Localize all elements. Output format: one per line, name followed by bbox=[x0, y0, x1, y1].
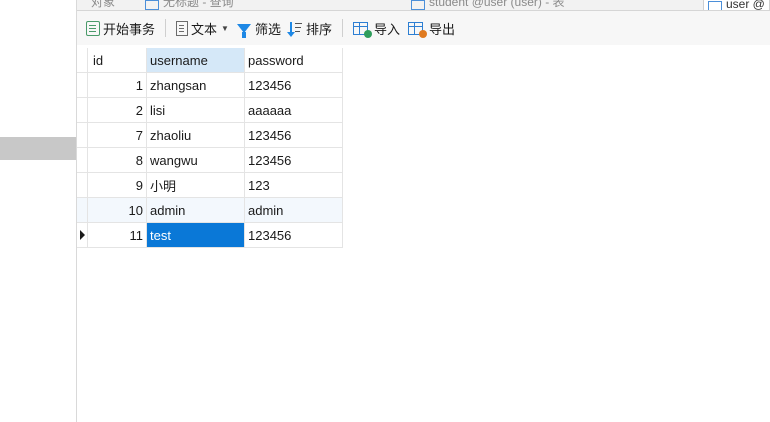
cell-password[interactable]: aaaaaa bbox=[244, 97, 343, 123]
table-row[interactable]: 9 小明 123 bbox=[77, 172, 343, 198]
text-view-label: 文本 bbox=[191, 21, 218, 37]
table-row[interactable]: 7 zhaoliu 123456 bbox=[77, 122, 343, 148]
table-icon bbox=[145, 0, 159, 10]
table-icon bbox=[411, 0, 425, 10]
cell-password[interactable]: 123456 bbox=[244, 72, 343, 98]
filter-icon bbox=[236, 23, 251, 38]
table-row[interactable]: 10 admin admin bbox=[77, 197, 343, 223]
data-toolbar: 开始事务 文本 ▼ 筛选 排序 导入 导出 bbox=[77, 11, 770, 45]
toolbar-separator bbox=[165, 19, 167, 37]
tab-strip: 对象 无标题 - 查询 student @user (user) - 表 use… bbox=[77, 0, 770, 11]
row-indicator[interactable] bbox=[77, 172, 88, 198]
tab-label: 无标题 - 查询 bbox=[163, 0, 234, 9]
column-header-password[interactable]: password bbox=[244, 48, 343, 73]
cell-username[interactable]: admin bbox=[146, 197, 245, 223]
toolbar-separator bbox=[341, 19, 343, 37]
cell-password[interactable]: admin bbox=[244, 197, 343, 223]
begin-transaction-button[interactable]: 开始事务 bbox=[82, 16, 159, 40]
export-button[interactable]: 导出 bbox=[404, 16, 459, 40]
row-indicator-header bbox=[77, 48, 88, 73]
tab-user-table[interactable]: user @ bbox=[703, 0, 770, 11]
filter-label: 筛选 bbox=[254, 21, 281, 37]
tab-untitled-query[interactable]: 无标题 - 查询 bbox=[145, 0, 234, 10]
tab-student-table[interactable]: student @user (user) - 表 bbox=[411, 0, 565, 10]
row-indicator[interactable] bbox=[77, 197, 88, 223]
text-view-button[interactable]: 文本 ▼ bbox=[172, 16, 233, 40]
begin-transaction-label: 开始事务 bbox=[103, 21, 156, 37]
transaction-icon bbox=[86, 20, 100, 36]
navigation-selected-item[interactable] bbox=[0, 137, 76, 160]
row-indicator[interactable] bbox=[77, 97, 88, 123]
table-row-current[interactable]: 11 test 123456 bbox=[77, 222, 343, 248]
cell-id[interactable]: 10 bbox=[87, 197, 147, 223]
cell-username[interactable]: lisi bbox=[146, 97, 245, 123]
cell-password[interactable]: 123456 bbox=[244, 122, 343, 148]
cell-username[interactable]: zhangsan bbox=[146, 72, 245, 98]
tab-label: student @user (user) - 表 bbox=[429, 0, 565, 9]
import-icon bbox=[352, 21, 372, 38]
row-indicator[interactable] bbox=[77, 222, 88, 248]
chevron-down-icon[interactable]: ▼ bbox=[221, 24, 229, 33]
table-row[interactable]: 1 zhangsan 123456 bbox=[77, 72, 343, 98]
table-row[interactable]: 2 lisi aaaaaa bbox=[77, 97, 343, 123]
sort-button[interactable]: 排序 bbox=[285, 16, 336, 40]
export-icon bbox=[408, 21, 427, 38]
tab-label: user @ bbox=[726, 0, 765, 11]
column-header-username[interactable]: username bbox=[146, 48, 245, 73]
import-label: 导入 bbox=[373, 21, 400, 37]
cell-id[interactable]: 1 bbox=[87, 72, 147, 98]
cell-username[interactable]: wangwu bbox=[146, 147, 245, 173]
cell-id[interactable]: 9 bbox=[87, 172, 147, 198]
data-grid: id username password 1 zhangsan 123456 2… bbox=[77, 48, 343, 248]
sort-icon bbox=[286, 21, 303, 37]
cell-id[interactable]: 7 bbox=[87, 122, 147, 148]
import-button[interactable]: 导入 bbox=[349, 16, 404, 40]
filter-button[interactable]: 筛选 bbox=[233, 16, 285, 40]
table-row[interactable]: 8 wangwu 123456 bbox=[77, 147, 343, 173]
cell-username[interactable]: zhaoliu bbox=[146, 122, 245, 148]
cell-id[interactable]: 11 bbox=[87, 222, 147, 248]
cell-username[interactable]: 小明 bbox=[146, 172, 245, 198]
cell-id[interactable]: 8 bbox=[87, 147, 147, 173]
cell-id[interactable]: 2 bbox=[87, 97, 147, 123]
table-icon bbox=[708, 1, 722, 10]
cell-username-selected[interactable]: test bbox=[146, 222, 245, 248]
cell-password[interactable]: 123456 bbox=[244, 147, 343, 173]
grid-header-row: id username password bbox=[77, 48, 343, 73]
row-indicator[interactable] bbox=[77, 72, 88, 98]
navigation-pane[interactable] bbox=[0, 0, 76, 422]
tab-objects[interactable]: 对象 bbox=[91, 0, 115, 10]
export-label: 导出 bbox=[429, 21, 456, 37]
tab-label: 对象 bbox=[91, 0, 116, 9]
cell-password[interactable]: 123456 bbox=[244, 222, 343, 248]
current-row-arrow-icon bbox=[80, 230, 85, 240]
row-indicator[interactable] bbox=[77, 122, 88, 148]
document-icon bbox=[176, 20, 189, 36]
row-indicator[interactable] bbox=[77, 147, 88, 173]
column-header-id[interactable]: id bbox=[87, 48, 147, 73]
sort-label: 排序 bbox=[305, 21, 332, 37]
cell-password[interactable]: 123 bbox=[244, 172, 343, 198]
